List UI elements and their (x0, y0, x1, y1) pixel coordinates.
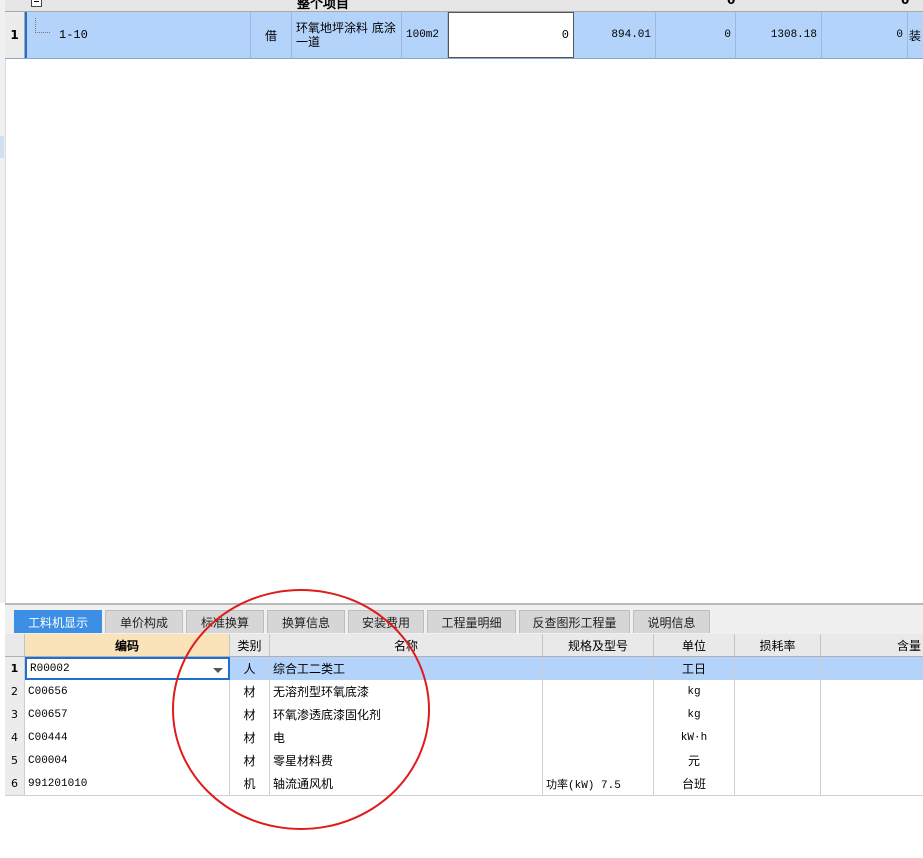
spec-cell[interactable] (543, 657, 654, 680)
row-number: 4 (5, 726, 25, 749)
name-cell[interactable]: 零星材料费 (270, 749, 543, 772)
category-cell[interactable]: 材 (230, 680, 270, 703)
tree-connector-icon (35, 18, 50, 33)
category-cell[interactable]: 装 (908, 12, 923, 58)
unit-cell[interactable]: 元 (654, 749, 735, 772)
name-cell[interactable]: 轴流通风机 (270, 772, 543, 795)
spec-cell[interactable]: 功率(kW) 7.5 (543, 772, 654, 795)
price-cell-3[interactable]: 1308.18 (736, 12, 822, 58)
content-cell[interactable] (821, 749, 923, 772)
chevron-down-icon[interactable] (213, 668, 223, 673)
quota-type-cell[interactable]: 借 (251, 12, 292, 58)
row-number: 6 (5, 772, 25, 795)
resource-row[interactable]: 5 C00004 材 零星材料费 元 (5, 749, 923, 773)
tab-quantity-detail[interactable]: 工程量明细 (427, 610, 516, 633)
name-cell[interactable]: 电 (270, 726, 543, 749)
row-number: 3 (5, 703, 25, 726)
project-group-row[interactable]: 整个项目 0 0 (5, 0, 923, 12)
resource-row[interactable]: 1 R00002 人 综合工二类工 工日 (5, 657, 923, 681)
content-cell[interactable] (821, 726, 923, 749)
tab-resource-display[interactable]: 工料机显示 (14, 610, 102, 633)
content-cell[interactable] (821, 680, 923, 703)
tab-bar: 工料机显示 单价构成 标准换算 换算信息 安装费用 工程量明细 反查图形工程量 … (5, 603, 923, 635)
resource-row[interactable]: 2 C00656 材 无溶剂型环氧底漆 kg (5, 680, 923, 704)
quota-code: 1-10 (59, 28, 88, 42)
row-number: 1 (5, 657, 25, 680)
loss-rate-cell[interactable] (735, 726, 821, 749)
resource-row[interactable]: 6 991201010 机 轴流通风机 功率(kW) 7.5 台班 (5, 772, 923, 796)
category-cell[interactable]: 材 (230, 726, 270, 749)
loss-rate-cell[interactable] (735, 703, 821, 726)
spec-cell[interactable] (543, 703, 654, 726)
quota-row[interactable]: 1 1-10 借 环氧地坪涂料 底涂一道 100m2 0 894.01 0 13… (5, 12, 923, 59)
code-cell[interactable]: 991201010 (25, 772, 230, 795)
code-value: R00002 (30, 662, 70, 675)
tab-description[interactable]: 说明信息 (633, 610, 710, 633)
header-name[interactable]: 名称 (270, 634, 543, 656)
group-title: 整个项目 (297, 0, 350, 12)
resource-grid-header: 编码 类别 名称 规格及型号 单位 损耗率 含量 (5, 634, 923, 657)
resource-row[interactable]: 4 C00444 材 电 kW·h (5, 726, 923, 750)
quota-unit-cell[interactable]: 100m2 (402, 12, 448, 58)
name-cell[interactable]: 无溶剂型环氧底漆 (270, 680, 543, 703)
category-cell[interactable]: 人 (230, 657, 270, 680)
unit-cell[interactable]: 台班 (654, 772, 735, 795)
code-cell[interactable]: C00004 (25, 749, 230, 772)
header-code[interactable]: 编码 (25, 634, 230, 656)
row-number: 2 (5, 680, 25, 703)
content-cell[interactable] (821, 703, 923, 726)
category-cell[interactable]: 材 (230, 749, 270, 772)
quota-name-cell[interactable]: 环氧地坪涂料 底涂一道 (292, 12, 402, 58)
row-number: 1 (5, 12, 25, 58)
group-value-1: 0 (727, 0, 736, 7)
total-price-cell[interactable]: 0 (656, 12, 736, 58)
unit-price-cell[interactable]: 894.01 (574, 12, 656, 58)
code-cell[interactable]: C00657 (25, 703, 230, 726)
resource-row[interactable]: 3 C00657 材 环氧渗透底漆固化剂 kg (5, 703, 923, 727)
content-cell[interactable] (821, 772, 923, 795)
unit-cell[interactable]: 工日 (654, 657, 735, 680)
code-edit-input[interactable]: R00002 (25, 657, 230, 680)
unit-cell[interactable]: kg (654, 703, 735, 726)
group-value-2: 0 (901, 0, 910, 7)
spec-cell[interactable] (543, 726, 654, 749)
tab-unit-price[interactable]: 单价构成 (105, 610, 183, 633)
loss-rate-cell[interactable] (735, 680, 821, 703)
header-unit[interactable]: 单位 (654, 634, 735, 656)
code-cell[interactable]: C00444 (25, 726, 230, 749)
quantity-input[interactable]: 0 (448, 12, 574, 58)
header-row-number (5, 634, 25, 656)
left-scroll-strip (0, 0, 6, 603)
category-cell[interactable]: 机 (230, 772, 270, 795)
loss-rate-cell[interactable] (735, 772, 821, 795)
header-loss-rate[interactable]: 损耗率 (735, 634, 821, 656)
unit-cell[interactable]: kW·h (654, 726, 735, 749)
spec-cell[interactable] (543, 680, 654, 703)
price-cell-4[interactable]: 0 (822, 12, 908, 58)
name-cell[interactable]: 环氧渗透底漆固化剂 (270, 703, 543, 726)
tab-standard-conversion[interactable]: 标准换算 (186, 610, 264, 633)
header-category[interactable]: 类别 (230, 634, 270, 656)
quota-code-cell[interactable]: 1-10 (25, 12, 251, 58)
tab-graphic-quantity[interactable]: 反查图形工程量 (519, 610, 630, 633)
unit-cell[interactable]: kg (654, 680, 735, 703)
resource-panel: 工料机显示 单价构成 标准换算 换算信息 安装费用 工程量明细 反查图形工程量 … (0, 603, 923, 858)
header-content[interactable]: 含量 (821, 634, 923, 656)
header-spec[interactable]: 规格及型号 (543, 634, 654, 656)
name-cell[interactable]: 综合工二类工 (270, 657, 543, 680)
loss-rate-cell[interactable] (735, 749, 821, 772)
code-cell[interactable]: C00656 (25, 680, 230, 703)
collapse-icon[interactable] (31, 0, 42, 7)
strip-marker (0, 136, 4, 158)
row-number: 5 (5, 749, 25, 772)
content-cell[interactable] (821, 657, 923, 680)
loss-rate-cell[interactable] (735, 657, 821, 680)
category-cell[interactable]: 材 (230, 703, 270, 726)
tab-install-fee[interactable]: 安装费用 (348, 610, 424, 633)
spec-cell[interactable] (543, 749, 654, 772)
tab-conversion-info[interactable]: 换算信息 (267, 610, 345, 633)
quota-grid-area: 整个项目 0 0 1 1-10 借 环氧地坪涂料 底涂一道 100m2 0 89… (0, 0, 923, 603)
